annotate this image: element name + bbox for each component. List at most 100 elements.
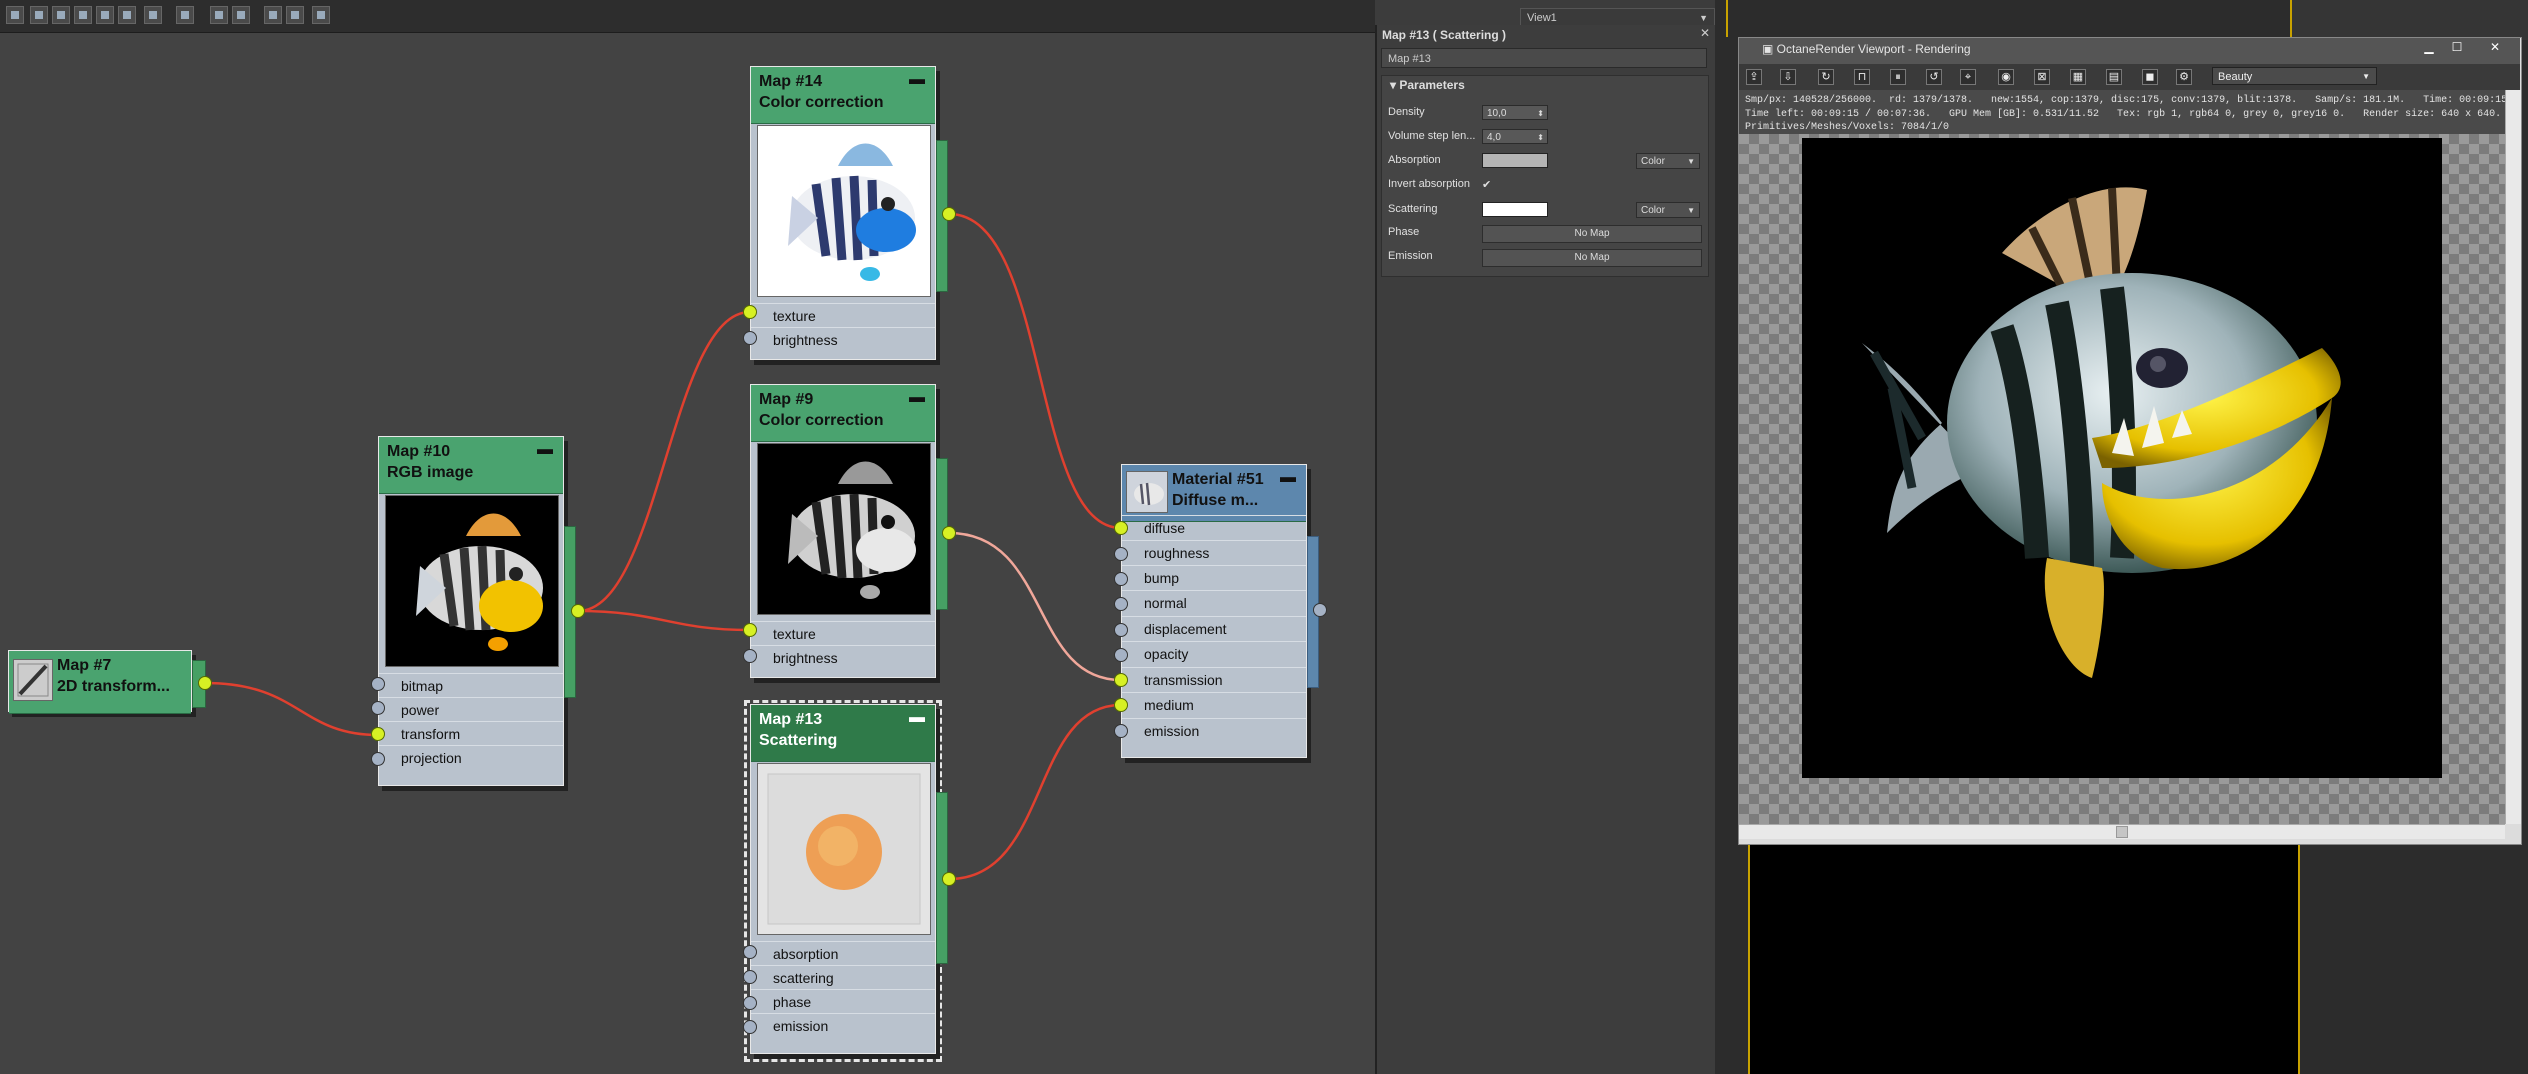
node-map10[interactable]: Map #10 RGB image ▬ bitmap power transfo… (378, 436, 564, 786)
chevron-down-icon: ▼ (2362, 72, 2370, 81)
input-row-displacement[interactable]: displacement (1122, 616, 1306, 640)
input-row-phase[interactable]: phase (751, 989, 935, 1013)
input-socket-displacement[interactable] (1114, 623, 1128, 637)
export-icon[interactable]: ⇩ (1780, 69, 1796, 85)
output-socket[interactable] (198, 676, 212, 690)
node-header[interactable]: Map #14 Color correction ▬ (751, 67, 935, 124)
output-socket[interactable] (942, 872, 956, 886)
collapse-icon[interactable]: ▬ (1280, 467, 1296, 488)
node-header[interactable]: Map #13 Scattering ▬ (751, 705, 935, 762)
input-socket-phase[interactable] (743, 996, 757, 1010)
input-row-transmission[interactable]: transmission (1122, 667, 1306, 691)
collapse-icon[interactable]: ▬ (537, 439, 553, 460)
input-row-absorption[interactable]: absorption (751, 941, 935, 965)
input-socket-power[interactable] (371, 701, 385, 715)
region-icon[interactable]: ⊠ (2034, 69, 2050, 85)
phase-map-button[interactable]: No Map (1482, 225, 1702, 243)
output-socket[interactable] (1313, 603, 1327, 617)
absorption-color-swatch[interactable] (1482, 153, 1548, 168)
render-output-image[interactable] (1802, 138, 2442, 778)
density-spinner[interactable]: 10,0 ⬍ (1482, 105, 1548, 120)
render-pass-dropdown[interactable]: Beauty ▼ (2212, 67, 2377, 85)
refresh-icon[interactable]: ↻ (1818, 69, 1834, 85)
input-row-brightness[interactable]: brightness (751, 327, 935, 351)
input-row-medium[interactable]: medium (1122, 692, 1306, 716)
input-socket-emission[interactable] (743, 1020, 757, 1034)
input-socket-brightness[interactable] (743, 649, 757, 663)
lock-icon[interactable]: ⊓ (1854, 69, 1870, 85)
restart-icon[interactable]: ↺ (1926, 69, 1942, 85)
gear-icon[interactable]: ⚙ (2176, 69, 2192, 85)
node-header[interactable]: Map #9 Color correction ▬ (751, 385, 935, 442)
input-row-brightness[interactable]: brightness (751, 645, 935, 669)
input-row-texture[interactable]: texture (751, 621, 935, 645)
input-socket-transmission[interactable] (1114, 673, 1128, 687)
output-socket[interactable] (571, 604, 585, 618)
collapse-icon[interactable]: ▬ (909, 387, 925, 408)
close-icon[interactable]: ✕ (1700, 26, 1710, 40)
input-socket-medium[interactable] (1114, 698, 1128, 712)
input-socket-emission[interactable] (1114, 724, 1128, 738)
input-socket-bump[interactable] (1114, 572, 1128, 586)
emission-map-button[interactable]: No Map (1482, 249, 1702, 267)
volume-step-spinner[interactable]: 4,0 ⬍ (1482, 129, 1548, 144)
parameters-rollout-header[interactable]: ▾ Parameters (1390, 78, 1465, 92)
input-socket-bitmap[interactable] (371, 677, 385, 691)
input-socket-scattering[interactable] (743, 970, 757, 984)
input-socket-normal[interactable] (1114, 597, 1128, 611)
scattering-mode-dropdown[interactable]: Color ▼ (1636, 202, 1700, 218)
material-picker-icon[interactable]: ▤ (2106, 69, 2122, 85)
input-socket-texture[interactable] (743, 305, 757, 319)
input-socket-opacity[interactable] (1114, 648, 1128, 662)
node-map14[interactable]: Map #14 Color correction ▬ texture brigh… (750, 66, 936, 360)
vertical-scrollbar[interactable] (2505, 90, 2521, 824)
input-row-emission[interactable]: emission (751, 1013, 935, 1037)
color-picker-icon[interactable]: ◉ (1998, 69, 2014, 85)
input-row-texture[interactable]: texture (751, 303, 935, 327)
collapse-icon[interactable]: ▬ (909, 69, 925, 90)
scrollbar-thumb[interactable] (2116, 826, 2128, 838)
input-row-normal[interactable]: normal (1122, 590, 1306, 614)
input-socket-projection[interactable] (371, 752, 385, 766)
input-socket-absorption[interactable] (743, 945, 757, 959)
spinner-arrows-icon[interactable]: ⬍ (1537, 106, 1544, 121)
minimize-icon[interactable]: ▁ (2418, 38, 2440, 58)
input-row-bitmap[interactable]: bitmap (379, 673, 563, 697)
input-row-projection[interactable]: projection (379, 745, 563, 769)
input-row-power[interactable]: power (379, 697, 563, 721)
output-socket[interactable] (942, 207, 956, 221)
input-label: brightness (773, 650, 838, 666)
input-row-emission[interactable]: emission (1122, 718, 1306, 742)
invert-absorption-checkbox[interactable]: ✔ (1482, 178, 1491, 191)
input-row-bump[interactable]: bump (1122, 565, 1306, 589)
output-socket[interactable] (942, 526, 956, 540)
input-socket-brightness[interactable] (743, 331, 757, 345)
absorption-mode-dropdown[interactable]: Color ▼ (1636, 153, 1700, 169)
maximize-icon[interactable]: ☐ (2446, 38, 2468, 58)
input-row-scattering[interactable]: scattering (751, 965, 935, 989)
close-icon[interactable]: ✕ (2484, 38, 2506, 58)
spinner-arrows-icon[interactable]: ⬍ (1537, 130, 1544, 145)
input-row-transform[interactable]: transform (379, 721, 563, 745)
scattering-color-swatch[interactable] (1482, 202, 1548, 217)
map-name-field[interactable]: Map #13 (1381, 48, 1707, 68)
node-map13[interactable]: Map #13 Scattering ▬ absorption scatteri… (750, 704, 936, 1054)
send-scene-icon[interactable]: ⇪ (1746, 69, 1762, 85)
input-socket-roughness[interactable] (1114, 547, 1128, 561)
node-map7[interactable]: Map #7 2D transform... (8, 650, 192, 714)
film-region-icon[interactable]: ▦ (2070, 69, 2086, 85)
node-header[interactable]: Map #10 RGB image ▬ (379, 437, 563, 494)
node-map9[interactable]: Map #9 Color correction ▬ texture bright… (750, 384, 936, 678)
focus-picker-icon[interactable]: ⌖ (1960, 69, 1976, 85)
input-row-opacity[interactable]: opacity (1122, 641, 1306, 665)
input-socket-diffuse[interactable] (1114, 521, 1128, 535)
input-socket-texture[interactable] (743, 623, 757, 637)
input-socket-transform[interactable] (371, 727, 385, 741)
view-dropdown[interactable]: View1 ▼ (1520, 8, 1715, 26)
pause-icon[interactable]: ⏸ (1890, 69, 1906, 85)
render-settings-icon[interactable]: ◼ (2142, 69, 2158, 85)
collapse-icon[interactable]: ▬ (909, 707, 925, 728)
node-material51[interactable]: Material #51 Diffuse m... ▬ diffuse roug… (1121, 464, 1307, 758)
input-row-roughness[interactable]: roughness (1122, 540, 1306, 564)
input-row-diffuse[interactable]: diffuse (1122, 515, 1306, 539)
